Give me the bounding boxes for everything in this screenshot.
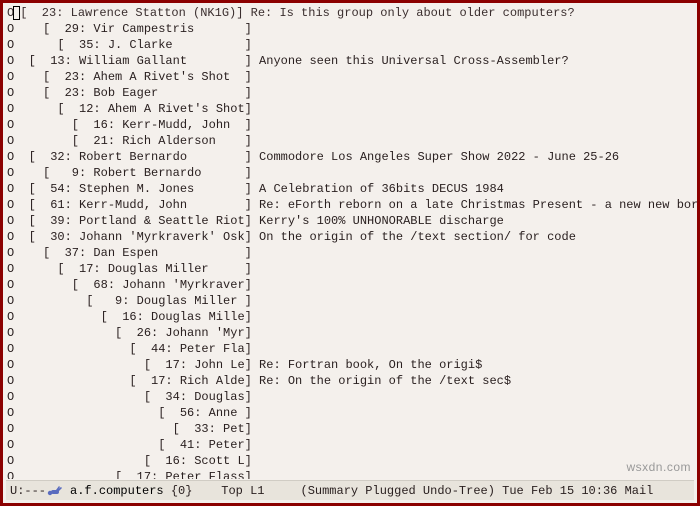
thread-row[interactable]: O [ 30: Johann 'Myrkraverk' Osk] On the … [7,229,697,245]
thread-row[interactable]: O [ 16: Douglas Mille] [7,309,697,325]
thread-row[interactable]: O [ 37: Dan Espen ] [7,245,697,261]
modeline: U:--- a.f.computers {0} Top L1 (Summary … [6,480,694,500]
thread-row[interactable]: O [ 44: Peter Fla] [7,341,697,357]
gnus-icon [46,484,64,498]
modeline-buffer: a.f.computers [70,483,164,499]
thread-row[interactable]: O [ 9: Douglas Miller ] [7,293,697,309]
modeline-time: Tue Feb 15 10:36 [502,483,617,499]
modeline-position: Top L1 [221,483,264,499]
summary-buffer[interactable]: O[ 23: Lawrence Statton (NK1G)] Re: Is t… [3,3,697,479]
thread-row[interactable]: O [ 17: Rich Alde] Re: On the origin of … [7,373,697,389]
thread-row[interactable]: O [ 12: Ahem A Rivet's Shot] [7,101,697,117]
watermark-text: wsxdn.com [626,459,691,475]
thread-row[interactable]: O [ 35: J. Clarke ] [7,37,697,53]
thread-row[interactable]: O [ 9: Robert Bernardo ] [7,165,697,181]
thread-row[interactable]: O [ 17: John Le] Re: Fortran book, On th… [7,357,697,373]
thread-row[interactable]: O [ 68: Johann 'Myrkraver] [7,277,697,293]
thread-row[interactable]: O [ 17: Peter Flass] [7,469,697,479]
thread-row[interactable]: O [ 17: Douglas Miller ] [7,261,697,277]
thread-row[interactable]: O [ 16: Scott L] [7,453,697,469]
modeline-depth: {0} [171,483,193,499]
thread-row[interactable]: O [ 23: Bob Eager ] [7,85,697,101]
modeline-tail: Mail [625,483,654,499]
thread-row[interactable]: O [ 16: Kerr-Mudd, John ] [7,117,697,133]
thread-row[interactable]: O [ 13: William Gallant ] Anyone seen th… [7,53,697,69]
thread-row[interactable]: O [ 26: Johann 'Myr] [7,325,697,341]
thread-row[interactable]: O [ 29: Vir Campestris ] [7,21,697,37]
thread-row[interactable]: O [ 34: Douglas] [7,389,697,405]
thread-row[interactable]: O [ 56: Anne ] [7,405,697,421]
thread-row[interactable]: O [ 23: Ahem A Rivet's Shot ] [7,69,697,85]
thread-row[interactable]: O [ 33: Pet] [7,421,697,437]
thread-row[interactable]: O [ 54: Stephen M. Jones ] A Celebration… [7,181,697,197]
thread-row[interactable]: O[ 23: Lawrence Statton (NK1G)] Re: Is t… [7,5,697,21]
modeline-modes: (Summary Plugged Undo-Tree) [301,483,495,499]
thread-row[interactable]: O [ 21: Rich Alderson ] [7,133,697,149]
thread-row[interactable]: O [ 39: Portland & Seattle Riot] Kerry's… [7,213,697,229]
thread-row[interactable]: O [ 61: Kerr-Mudd, John ] Re: eForth reb… [7,197,697,213]
thread-row[interactable]: O [ 32: Robert Bernardo ] Commodore Los … [7,149,697,165]
modeline-prefix: U:--- [10,483,46,499]
thread-row[interactable]: O [ 41: Peter] [7,437,697,453]
emacs-frame: O[ 23: Lawrence Statton (NK1G)] Re: Is t… [0,0,700,506]
